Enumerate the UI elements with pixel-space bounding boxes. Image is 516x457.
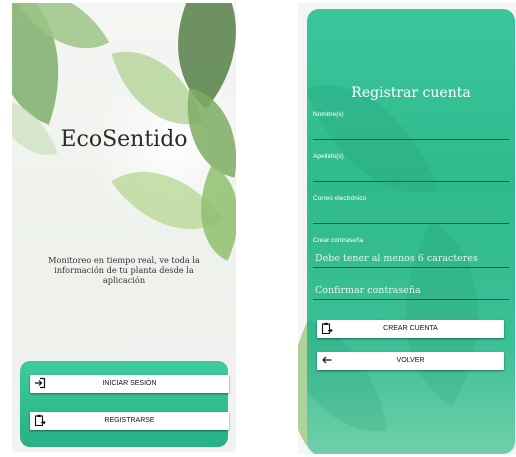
first-name-label: Nombre(s) <box>313 111 344 118</box>
welcome-screen: EcoSentido Monitoreo en tiempo real, ve … <box>12 3 236 452</box>
last-name-input[interactable] <box>315 164 507 176</box>
email-input[interactable] <box>315 206 507 218</box>
register-button-label: REGISTRARSE <box>104 417 155 424</box>
register-title: Registrar cuenta <box>351 85 471 101</box>
password-label: Crear contraseña <box>313 237 364 244</box>
back-button-label: VOLVER <box>396 357 425 364</box>
register-card: Registrar cuenta Nombre(s) Apellido(s) C… <box>307 9 515 454</box>
confirm-password-underline <box>313 299 509 300</box>
first-name-underline <box>313 139 509 140</box>
register-screen: Registrar cuenta Nombre(s) Apellido(s) C… <box>298 3 516 454</box>
login-button[interactable]: INICIAR SESIÓN <box>30 375 229 393</box>
register-button[interactable]: REGISTRARSE <box>30 412 229 430</box>
email-underline <box>313 223 509 224</box>
last-name-underline <box>313 181 509 182</box>
login-button-label: INICIAR SESIÓN <box>102 380 157 387</box>
back-button[interactable]: VOLVER <box>317 352 504 370</box>
create-account-button-label: CREAR CUENTA <box>383 325 438 332</box>
welcome-actions-panel: INICIAR SESIÓN REGISTRARSE <box>20 361 229 447</box>
leaf-watermark <box>307 9 515 454</box>
last-name-label: Apellido(s) <box>313 153 344 160</box>
first-name-input[interactable] <box>315 122 507 134</box>
password-input[interactable] <box>315 251 507 265</box>
email-label: Correo electrónico <box>313 195 367 202</box>
app-title: EcoSentido <box>60 127 188 152</box>
create-account-button[interactable]: CREAR CUENTA <box>317 320 504 338</box>
password-underline <box>313 267 509 268</box>
confirm-password-input[interactable] <box>315 283 507 297</box>
app-tagline: Monitoreo en tiempo real, ve toda la inf… <box>48 255 200 285</box>
